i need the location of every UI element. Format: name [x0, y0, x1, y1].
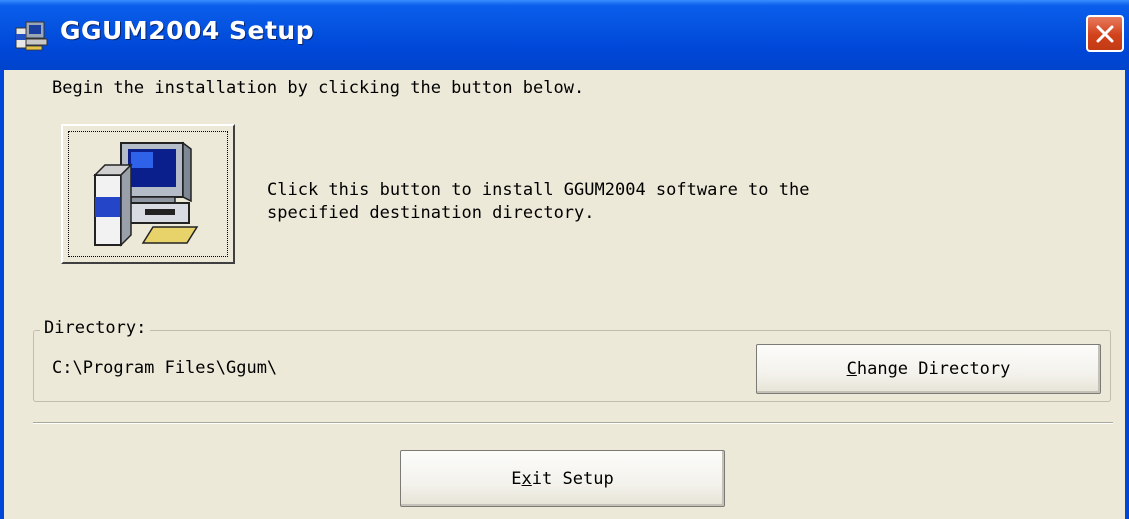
change-directory-button[interactable]: Change Directory — [756, 344, 1101, 394]
exit-label-end: it Setup — [531, 468, 614, 489]
window-frame-left — [0, 70, 4, 519]
change-directory-label: hange Directory — [856, 359, 1011, 379]
exit-setup-button[interactable]: Ex it Setup — [400, 450, 725, 507]
exit-mnemonic: x — [521, 468, 532, 489]
exit-label-start: E — [511, 468, 522, 489]
change-directory-mnemonic: C — [846, 359, 857, 379]
install-button[interactable] — [61, 124, 235, 264]
install-description: Click this button to install GGUM2004 so… — [267, 179, 809, 225]
directory-path: C:\Program Files\Ggum\ — [52, 358, 278, 378]
directory-label: Directory: — [40, 318, 151, 338]
install-description-line2: specified destination directory. — [267, 203, 595, 223]
install-description-line1: Click this button to install GGUM2004 so… — [267, 180, 810, 200]
window-frame-right — [1125, 70, 1129, 519]
setup-app-icon — [14, 20, 48, 52]
close-icon — [1096, 25, 1114, 43]
setup-window: GGUM2004 Setup Begin the installation by… — [0, 0, 1129, 519]
separator — [33, 422, 1113, 424]
install-computer-icon — [93, 141, 199, 247]
title-bar[interactable]: GGUM2004 Setup — [0, 0, 1129, 70]
close-button[interactable] — [1086, 15, 1124, 52]
intro-text: Begin the installation by clicking the b… — [52, 78, 585, 98]
window-title: GGUM2004 Setup — [60, 16, 315, 45]
